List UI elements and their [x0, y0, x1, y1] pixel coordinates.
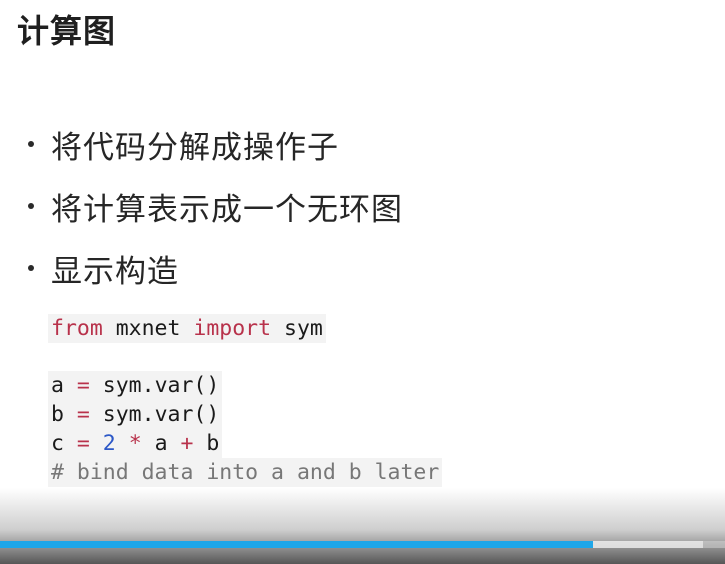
code-gap — [48, 343, 442, 371]
progress-played — [0, 541, 593, 548]
multiply-operator: * — [128, 431, 142, 456]
bullet-list: 将代码分解成操作子 将计算表示成一个无环图 显示构造 — [28, 113, 403, 299]
bullet-dot-icon — [28, 141, 34, 147]
assign-operator: = — [76, 431, 90, 456]
code-block: from mxnet import sym a = sym.var() b = … — [48, 314, 443, 487]
video-progress-bar[interactable] — [0, 541, 725, 548]
bullet-item: 将代码分解成操作子 — [28, 113, 403, 175]
keyword-import: import — [193, 316, 272, 341]
code-line-c: c = 2 * a + b — [48, 429, 223, 458]
bullet-dot-icon — [28, 265, 34, 271]
bullet-item: 将计算表示成一个无环图 — [28, 175, 403, 237]
code-lhs: c — [51, 431, 77, 456]
variable-b: b — [193, 431, 220, 456]
code-rhs: sym.var() — [89, 402, 220, 427]
code-rhs: sym.var() — [89, 373, 220, 398]
code-line-b: b = sym.var() — [48, 400, 223, 429]
number-literal: 2 — [102, 431, 116, 456]
code-comment: # bind data into a and b later — [48, 458, 443, 487]
bullet-item: 显示构造 — [28, 237, 403, 299]
slide-title: 计算图 — [17, 12, 117, 50]
progress-buffered — [593, 541, 703, 548]
bullet-text: 显示构造 — [51, 253, 179, 290]
plus-operator: + — [180, 431, 194, 456]
variable-a: a — [141, 431, 181, 456]
code-lhs: a — [51, 373, 77, 398]
bullet-text: 将代码分解成操作子 — [51, 129, 339, 166]
video-controls-shade — [0, 488, 725, 564]
code-line-a: a = sym.var() — [48, 371, 223, 400]
module-name: mxnet — [102, 316, 194, 341]
import-name: sym — [271, 316, 323, 341]
bullet-text: 将计算表示成一个无环图 — [51, 191, 403, 228]
assign-operator: = — [76, 402, 90, 427]
code-line-import: from mxnet import sym — [48, 314, 326, 343]
keyword-from: from — [51, 316, 103, 341]
bullet-dot-icon — [28, 203, 34, 209]
assign-operator: = — [76, 373, 90, 398]
code-lhs: b — [51, 402, 77, 427]
